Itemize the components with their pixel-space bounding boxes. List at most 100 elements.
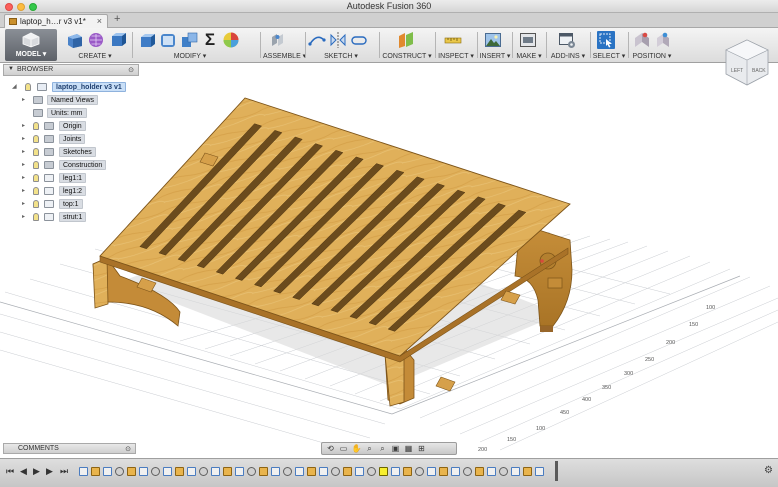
new-component-icon[interactable] <box>66 31 84 49</box>
sketch-group[interactable]: SKETCH ▾ <box>307 29 375 61</box>
timeline-feature-icon[interactable] <box>523 466 532 476</box>
select-menu[interactable]: SELECT ▾ <box>592 52 626 60</box>
joint-icon[interactable] <box>269 31 287 49</box>
timeline-feature-icon[interactable] <box>163 466 172 476</box>
fillet-icon[interactable] <box>159 31 177 49</box>
look-at-icon[interactable]: ▭ <box>338 444 349 453</box>
timeline-feature-icon[interactable] <box>463 466 472 476</box>
timeline-feature-icon[interactable] <box>415 466 424 476</box>
press-pull-icon[interactable] <box>138 31 156 49</box>
timeline-feature-icon[interactable] <box>355 466 364 476</box>
modify-menu[interactable]: MODIFY ▾ <box>150 52 230 60</box>
close-tab-icon[interactable]: × <box>97 16 102 26</box>
timeline-feature-icon[interactable] <box>451 466 460 476</box>
timeline-feature-icon[interactable] <box>223 466 232 476</box>
fit-icon[interactable]: ⌕ <box>377 444 388 453</box>
scripts-addins-icon[interactable] <box>558 31 576 49</box>
visibility-bulb-icon[interactable] <box>33 200 39 208</box>
timeline-feature-icon[interactable] <box>139 466 148 476</box>
timeline-feature-icon[interactable] <box>307 466 316 476</box>
create-menu[interactable]: CREATE ▾ <box>63 52 127 60</box>
zoom-icon[interactable]: ⌕ <box>364 444 375 453</box>
sigma-compute-icon[interactable]: Σ <box>201 31 219 49</box>
select-group[interactable]: SELECT ▾ <box>592 29 626 61</box>
insert-image-icon[interactable] <box>484 31 502 49</box>
insert-group[interactable]: INSERT ▾ <box>479 29 511 61</box>
appearance-icon[interactable] <box>222 31 240 49</box>
visibility-bulb-icon[interactable] <box>33 187 39 195</box>
timeline-feature-icon[interactable] <box>151 466 160 476</box>
construct-group[interactable]: CONSTRUCT ▾ <box>381 29 433 61</box>
offset-plane-icon[interactable] <box>397 31 415 49</box>
modify-group[interactable]: Σ MODIFY ▾ <box>136 29 256 61</box>
timeline-feature-icon[interactable] <box>331 466 340 476</box>
sketch-curve-icon[interactable] <box>308 31 326 49</box>
measure-icon[interactable] <box>444 31 462 49</box>
timeline-feature-icon[interactable] <box>103 466 112 476</box>
settings-icon[interactable]: ⚙ <box>764 465 773 476</box>
collapse-icon[interactable]: ▼ <box>8 66 14 72</box>
expand-icon[interactable]: ▸ <box>22 200 25 207</box>
timeline-feature-icon[interactable] <box>271 466 280 476</box>
shell-icon[interactable] <box>180 31 198 49</box>
timeline-marker[interactable] <box>555 461 558 481</box>
extrude-icon[interactable] <box>108 31 126 49</box>
timeline-feature-icon[interactable] <box>295 466 304 476</box>
pin-icon[interactable]: ⊙ <box>125 445 131 453</box>
position-menu[interactable]: POSITION ▾ <box>630 52 674 60</box>
create-group[interactable]: CREATE ▾ <box>63 29 127 61</box>
expand-icon[interactable]: ▸ <box>22 96 25 103</box>
timeline-feature-icon[interactable] <box>211 466 220 476</box>
make-group[interactable]: MAKE ▾ <box>514 29 544 61</box>
expand-icon[interactable]: ▸ <box>22 187 25 194</box>
expand-icon[interactable]: ◢ <box>12 83 17 90</box>
construct-menu[interactable]: CONSTRUCT ▾ <box>381 52 433 60</box>
visibility-bulb-icon[interactable] <box>33 148 39 156</box>
timeline-feature-icon[interactable] <box>367 466 376 476</box>
3d-print-icon[interactable] <box>519 31 537 49</box>
viewports-icon[interactable]: ⊞ <box>416 444 427 453</box>
visibility-bulb-icon[interactable] <box>33 122 39 130</box>
timeline-feature-icon[interactable] <box>427 466 436 476</box>
orbit-icon[interactable]: ⟲ <box>325 444 336 453</box>
workspace-switcher[interactable]: MODEL ▾ <box>5 29 57 61</box>
expand-icon[interactable]: ▸ <box>22 161 25 168</box>
expand-icon[interactable]: ▸ <box>22 148 25 155</box>
assemble-group[interactable]: ASSEMBLE ▾ <box>263 29 306 61</box>
expand-icon[interactable]: ▸ <box>22 213 25 220</box>
inspect-group[interactable]: INSPECT ▾ <box>437 29 475 61</box>
go-to-start-icon[interactable]: ⏮ <box>6 466 14 477</box>
timeline-feature-icon[interactable] <box>439 466 448 476</box>
document-tab[interactable]: laptop_h…r v3 v1* × <box>4 14 108 28</box>
timeline-feature-icon[interactable] <box>175 466 184 476</box>
timeline-track[interactable] <box>79 463 559 479</box>
position-group[interactable]: POSITION ▾ <box>630 29 674 61</box>
visibility-bulb-icon[interactable] <box>25 83 31 91</box>
timeline-feature-icon[interactable] <box>343 466 352 476</box>
visibility-bulb-icon[interactable] <box>33 135 39 143</box>
timeline-feature-icon[interactable] <box>487 466 496 476</box>
design-canvas[interactable]: 100 150 200 250 300 350 400 450 100 150 … <box>0 64 778 458</box>
sketch-mirror-icon[interactable] <box>329 31 347 49</box>
timeline-feature-icon[interactable] <box>115 466 124 476</box>
step-back-icon[interactable]: ◀ <box>20 466 27 477</box>
view-cube[interactable]: LEFT BACK <box>722 38 772 88</box>
timeline-feature-icon[interactable] <box>379 466 388 476</box>
grid-settings-icon[interactable]: ▦ <box>403 444 414 453</box>
addins-group[interactable]: ADD-INS ▾ <box>548 29 588 61</box>
inspect-menu[interactable]: INSPECT ▾ <box>437 52 475 60</box>
timeline-feature-icon[interactable] <box>499 466 508 476</box>
addins-menu[interactable]: ADD-INS ▾ <box>548 52 588 60</box>
sketch-slot-icon[interactable] <box>350 31 368 49</box>
timeline-feature-icon[interactable] <box>535 466 544 476</box>
visibility-bulb-icon[interactable] <box>33 213 39 221</box>
browser-panel-header[interactable]: ▼ BROWSER ⊙ <box>3 64 139 76</box>
timeline-feature-icon[interactable] <box>91 466 100 476</box>
timeline-feature-icon[interactable] <box>391 466 400 476</box>
expand-icon[interactable]: ▸ <box>22 122 25 129</box>
assemble-menu[interactable]: ASSEMBLE ▾ <box>263 52 306 60</box>
make-menu[interactable]: MAKE ▾ <box>514 52 544 60</box>
timeline-feature-icon[interactable] <box>187 466 196 476</box>
timeline-feature-icon[interactable] <box>403 466 412 476</box>
select-icon[interactable] <box>597 31 615 49</box>
